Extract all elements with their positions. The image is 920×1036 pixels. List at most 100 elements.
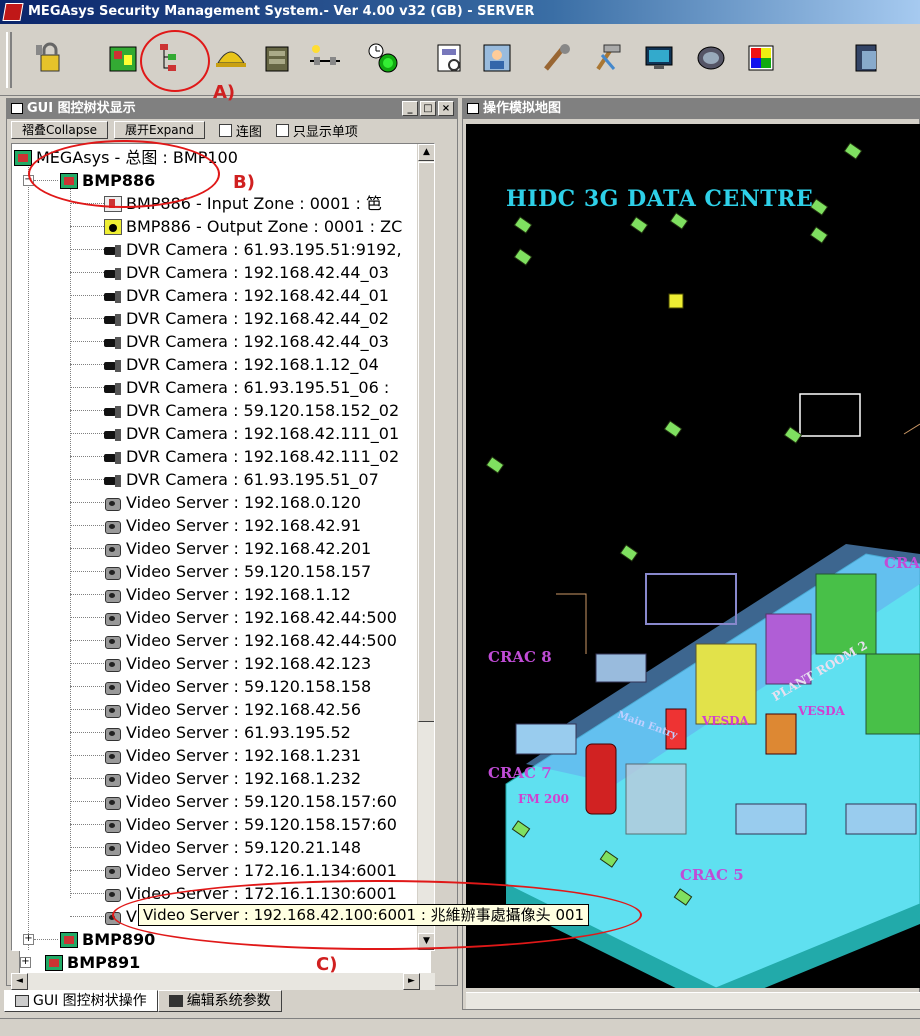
tree-node-bmp890[interactable]: BMP890 [60, 928, 155, 950]
monitor-icon[interactable] [640, 38, 678, 78]
tree-node-cam[interactable]: DVR Camera : 61.93.195.51:9192, [104, 238, 402, 261]
tree-vertical-scrollbar[interactable]: ▲ ▼ [417, 144, 434, 950]
collapse-toggle[interactable]: − [23, 175, 34, 186]
exit-icon[interactable] [848, 38, 886, 78]
tree-node-label: Video Server : 172.16.1.130:6001 [126, 884, 397, 903]
tree-horizontal-scrollbar[interactable]: ◄ ► [11, 973, 435, 990]
video-server-icon [104, 748, 122, 764]
tree-node-vs[interactable]: Video Server : 192.168.42.44:500 [104, 629, 397, 652]
camera-icon[interactable] [692, 38, 730, 78]
tree-node-vs[interactable]: Video Server : 59.120.158.157:60 [104, 813, 397, 836]
tree-node-vs[interactable]: Video Server : 192.168.0.120 [104, 491, 361, 514]
tools-icon[interactable] [538, 38, 576, 78]
dvr-camera-icon [104, 242, 122, 258]
minimize-button[interactable]: _ [402, 101, 418, 116]
tree-node-label: DVR Camera : 192.168.42.44_01 [126, 286, 389, 305]
tree-node-vs[interactable]: Video Server : 192.168.1.232 [104, 767, 361, 790]
tree-node-bmp891[interactable]: + BMP891 [19, 951, 431, 974]
device-tree[interactable]: MEGAsys - 总图 : BMP100 − BMP886 BMP886 - … [11, 143, 435, 951]
floor-map-icon[interactable] [104, 38, 142, 78]
tree-view-icon[interactable] [152, 38, 190, 78]
tree-node-vs[interactable]: Video Server : 192.168.42.56 [104, 698, 361, 721]
tree-node-vs[interactable]: Video Server : 192.168.42.201 [104, 537, 371, 560]
maximize-button[interactable]: □ [420, 101, 436, 116]
tree-node-label: DVR Camera : 61.93.195.51:9192, [126, 240, 402, 259]
engineer-helmet-icon[interactable] [212, 38, 250, 78]
tree-node-vs[interactable]: Video Server : 59.120.158.158 [104, 675, 371, 698]
checkbox-box[interactable] [218, 123, 232, 137]
tree-node-label: DVR Camera : 192.168.1.12_04 [126, 355, 379, 374]
tree-node-cam[interactable]: DVR Camera : 192.168.1.12_04 [104, 353, 379, 376]
collapse-button[interactable]: 褶叠Collapse [11, 121, 108, 139]
tree-root-node[interactable]: MEGAsys - 总图 : BMP100 [14, 146, 238, 169]
tree-node-vs[interactable]: Video Server : 172.16.1.134:6001 [104, 859, 397, 882]
main-toolbar [0, 24, 920, 96]
vesda-label-2: VESDA [798, 704, 845, 718]
tree-node-label: Video Server : 59.120.158.158 [126, 677, 372, 696]
tree-node-cam[interactable]: DVR Camera : 192.168.42.111_02 [104, 445, 399, 468]
scroll-right-button[interactable]: ► [403, 973, 420, 990]
cra-label: CRA [884, 554, 920, 572]
tree-node-out[interactable]: BMP886 - Output Zone : 0001 : ZC [104, 215, 402, 238]
tree-node-cam[interactable]: DVR Camera : 192.168.42.44_02 [104, 307, 389, 330]
dvr-camera-icon [104, 426, 122, 442]
clock-green-icon[interactable] [364, 38, 402, 78]
tree-pane: GUI 图控树状显示 _ □ × 褶叠Collapse 展开Expand 连图 … [6, 98, 458, 990]
grid-color-icon[interactable] [742, 38, 780, 78]
tree-node-cam[interactable]: DVR Camera : 192.168.42.111_01 [104, 422, 399, 445]
cabinet-icon[interactable] [258, 38, 296, 78]
tree-node-cam[interactable]: DVR Camera : 59.120.158.152_02 [104, 399, 399, 422]
tree-node-label: DVR Camera : 192.168.42.44_03 [126, 332, 389, 351]
tree-node-label: Video Server : 192.168.42.44:500 [126, 631, 397, 650]
tree-node-vs[interactable]: Video Server : 192.168.42.123 [104, 652, 371, 675]
tab-edit-params[interactable]: 编辑系统参数 [157, 990, 282, 1012]
user-config-icon[interactable] [478, 38, 516, 78]
link-map-checkbox[interactable]: 连图 [218, 121, 262, 140]
map-horizontal-scrollbar[interactable] [466, 992, 920, 1009]
tree-node-in[interactable]: BMP886 - Input Zone : 0001 : 笆 [104, 192, 382, 215]
tree-node-vs[interactable]: Video Server : 192.168.1.231 [104, 744, 361, 767]
tree-node-cam[interactable]: DVR Camera : 61.93.195.51_06 : [104, 376, 389, 399]
tree-node-label: Video Server : 192.168.1.232 [126, 769, 361, 788]
dvr-camera-icon [104, 334, 122, 350]
dvr-camera-icon [104, 265, 122, 281]
video-server-icon [104, 495, 122, 511]
tree-node-cam[interactable]: DVR Camera : 192.168.42.44_01 [104, 284, 389, 307]
tree-node-vs[interactable]: Video Server : 59.120.158.157 [104, 560, 371, 583]
expand-toggle[interactable]: + [23, 934, 34, 945]
close-button[interactable]: × [438, 101, 454, 116]
simulation-map[interactable]: HIDC 3G DATA CENTRE CRAC 8 CRAC 7 CRAC 5… [466, 124, 920, 988]
expand-button[interactable]: 展开Expand [114, 121, 205, 139]
tree-node-vs[interactable]: Video Server : 172.16.1.130:6001 [104, 882, 397, 905]
security-lock-icon[interactable] [30, 38, 68, 78]
single-item-checkbox[interactable]: 只显示单项 [275, 121, 358, 140]
tree-node-vs[interactable]: Video Server : 192.168.1.12 [104, 583, 351, 606]
dvr-camera-icon [104, 357, 122, 373]
network-icon[interactable] [306, 38, 344, 78]
video-server-icon [104, 863, 122, 879]
tab-tree-operations[interactable]: GUI 图控树状操作 [4, 990, 158, 1012]
tree-node-vs[interactable]: Video Server : 61.93.195.52 [104, 721, 351, 744]
scroll-thumb[interactable] [418, 162, 434, 722]
scroll-left-button[interactable]: ◄ [11, 973, 28, 990]
scroll-up-button[interactable]: ▲ [418, 144, 434, 161]
tree-node-cam[interactable]: DVR Camera : 192.168.42.44_03 [104, 261, 389, 284]
annotation-c: C) [316, 954, 338, 975]
video-server-icon [104, 656, 122, 672]
hammer-tools-icon[interactable] [588, 38, 626, 78]
video-server-icon [104, 679, 122, 695]
scroll-down-button[interactable]: ▼ [418, 933, 434, 950]
tree-node-vs[interactable]: Video Server : 59.120.21.148 [104, 836, 361, 859]
site-map-icon [60, 931, 78, 948]
tree-node-vs[interactable]: Video Server : 192.168.42.44:500 [104, 606, 397, 629]
tree-node-bmp886[interactable]: BMP886 [60, 169, 155, 192]
expand-toggle[interactable]: + [20, 957, 31, 968]
tree-node-vs[interactable]: Video Server : 59.120.158.157:60 [104, 790, 397, 813]
toolbar-grip[interactable] [6, 32, 12, 88]
tree-node-vs[interactable]: Video Server : 192.168.42.91 [104, 514, 361, 537]
report-icon[interactable] [430, 38, 468, 78]
tree-node-cam[interactable]: DVR Camera : 192.168.42.44_03 [104, 330, 389, 353]
checkbox-box[interactable] [275, 123, 289, 137]
app-logo-icon [2, 3, 24, 21]
tree-node-cam[interactable]: DVR Camera : 61.93.195.51_07 [104, 468, 379, 491]
